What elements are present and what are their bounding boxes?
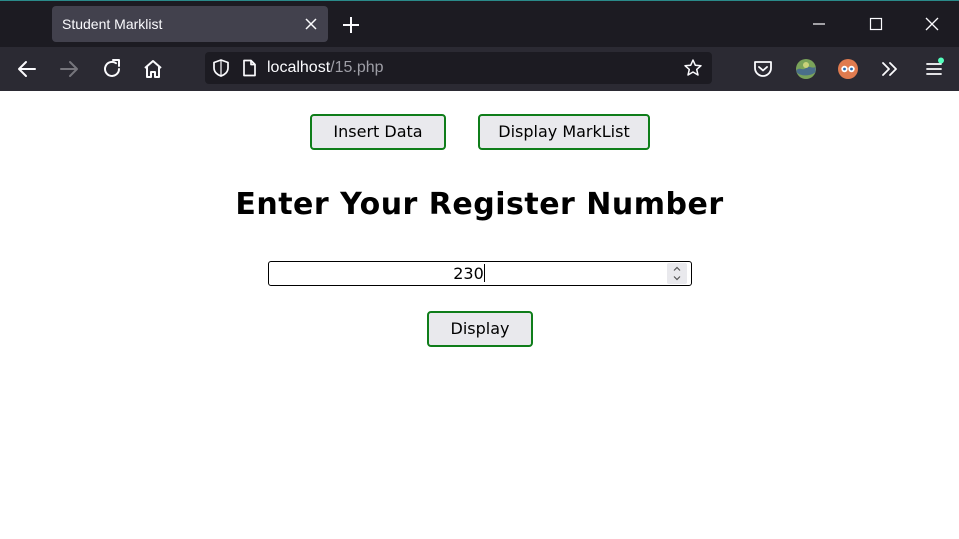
back-arrow-icon[interactable]	[15, 57, 39, 81]
display-marklist-button[interactable]: Display MarkList	[478, 114, 650, 150]
browser-toolbar: localhost/15.php	[0, 47, 959, 91]
number-spinner[interactable]	[667, 263, 687, 284]
chevrons-right-icon[interactable]	[878, 57, 902, 81]
hamburger-menu-icon[interactable]	[922, 57, 946, 81]
tab-title: Student Marklist	[62, 16, 163, 32]
maximize-icon[interactable]	[863, 11, 889, 37]
register-number-input[interactable]: 230	[268, 261, 692, 286]
page-content: Insert Data Display MarkList Enter Your …	[0, 91, 959, 539]
pocket-icon[interactable]	[751, 57, 775, 81]
extension-icon[interactable]	[794, 57, 818, 81]
home-icon[interactable]	[141, 57, 165, 81]
insert-data-button[interactable]: Insert Data	[310, 114, 446, 150]
page-icon[interactable]	[239, 58, 259, 78]
plus-icon[interactable]	[340, 14, 362, 36]
forward-arrow-icon[interactable]	[57, 57, 81, 81]
url-path: /15.php	[330, 59, 384, 76]
page-heading: Enter Your Register Number	[235, 187, 724, 222]
display-button[interactable]: Display	[427, 311, 533, 347]
minimize-icon[interactable]	[806, 11, 832, 37]
shield-icon[interactable]	[211, 58, 231, 78]
address-bar[interactable]: localhost/15.php	[205, 52, 712, 84]
reload-icon[interactable]	[100, 57, 124, 81]
star-icon[interactable]	[683, 58, 703, 78]
spinner-arrows-icon[interactable]	[667, 263, 687, 284]
close-icon[interactable]	[302, 15, 320, 33]
url-text[interactable]: localhost/15.php	[267, 59, 384, 77]
browser-titlebar: Student Marklist	[0, 0, 959, 47]
register-number-value: 230	[453, 264, 485, 283]
close-window-icon[interactable]	[919, 11, 945, 37]
url-host: localhost	[267, 59, 331, 76]
extension-icon[interactable]	[836, 57, 860, 81]
tab-student-marklist[interactable]: Student Marklist	[52, 6, 328, 42]
